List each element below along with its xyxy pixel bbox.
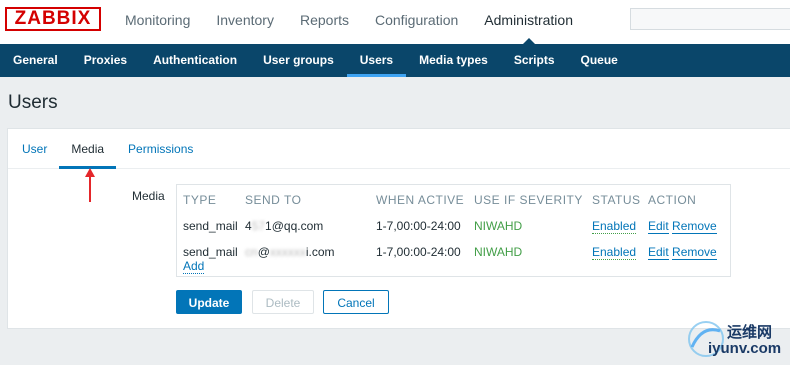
column-header-action: ACTION — [648, 193, 697, 207]
status-enabled-link[interactable]: Enabled — [592, 219, 637, 234]
menu-administration[interactable]: Administration — [471, 0, 586, 45]
remove-link[interactable]: Remove — [672, 219, 717, 234]
column-header-severity: USE IF SEVERITY — [474, 193, 583, 207]
media-table: TYPE SEND TO WHEN ACTIVE USE IF SEVERITY… — [183, 191, 723, 265]
add-media-link[interactable]: Add — [183, 259, 205, 274]
submenu-proxies[interactable]: Proxies — [71, 44, 140, 77]
media-when-active: 1-7,00:00-24:00 — [376, 245, 461, 259]
redacted-text: xxxxxx — [269, 245, 306, 259]
submenu-authentication[interactable]: Authentication — [140, 44, 250, 77]
menu-inventory[interactable]: Inventory — [203, 0, 287, 44]
column-header-when-active: WHEN ACTIVE — [376, 193, 465, 207]
redacted-text: cn — [245, 245, 258, 259]
status-enabled-link[interactable]: Enabled — [592, 245, 637, 260]
media-send-to: cn@xxxxxxi.com — [245, 239, 376, 265]
column-header-type: TYPE — [183, 193, 217, 207]
user-form-panel: User Media Permissions Media TYPE SEND T… — [7, 128, 790, 329]
page-title: Users — [8, 92, 58, 113]
edit-link[interactable]: Edit — [648, 219, 669, 234]
delete-button[interactable]: Delete — [252, 290, 314, 314]
menu-configuration[interactable]: Configuration — [362, 0, 471, 44]
media-when-active: 1-7,00:00-24:00 — [376, 219, 461, 233]
remove-link[interactable]: Remove — [672, 245, 717, 260]
media-actions: Edit Remove — [648, 239, 723, 265]
media-severity: NIWAHD — [474, 219, 523, 233]
search-input[interactable] — [630, 8, 790, 30]
media-type: send_mail — [183, 219, 238, 233]
table-row: send_mail cn@xxxxxxi.com 1-7,00:00-24:00… — [183, 239, 723, 265]
zabbix-logo[interactable]: ZABBIX — [5, 7, 101, 31]
menu-monitoring[interactable]: Monitoring — [112, 0, 203, 44]
form-tabs: User Media Permissions — [8, 129, 790, 169]
submenu-user-groups[interactable]: User groups — [250, 44, 347, 77]
menu-reports[interactable]: Reports — [287, 0, 362, 44]
submenu-users[interactable]: Users — [346, 44, 407, 77]
media-list: TYPE SEND TO WHEN ACTIVE USE IF SEVERITY… — [176, 184, 731, 277]
edit-link[interactable]: Edit — [648, 245, 669, 260]
update-button[interactable]: Update — [176, 290, 242, 314]
media-severity: NIWAHD — [474, 245, 523, 259]
table-row: send_mail 4571@qq.com 1-7,00:00-24:00 NI… — [183, 213, 723, 239]
watermark-text-en: iyunv.com — [708, 340, 782, 357]
annotation-arrow-icon — [85, 168, 95, 202]
top-header: ZABBIX Monitoring Inventory Reports Conf… — [0, 0, 790, 45]
media-status: Enabled — [592, 213, 648, 239]
tab-user[interactable]: User — [10, 129, 59, 168]
send-to-prefix: 4 — [245, 219, 252, 233]
send-to-suffix: 1@qq.com — [265, 219, 324, 233]
send-to-tail: i.com — [305, 245, 335, 259]
tab-permissions[interactable]: Permissions — [116, 129, 205, 168]
submenu-scripts[interactable]: Scripts — [501, 44, 568, 77]
cancel-button[interactable]: Cancel — [323, 290, 389, 314]
tab-media[interactable]: Media — [59, 129, 116, 169]
send-to-at: @ — [257, 245, 270, 259]
main-menu: Monitoring Inventory Reports Configurati… — [112, 0, 586, 45]
submenu-queue[interactable]: Queue — [568, 44, 631, 77]
column-header-status: STATUS — [592, 193, 641, 207]
media-label: Media — [132, 189, 165, 203]
submenu-media-types[interactable]: Media types — [406, 44, 501, 77]
media-send-to: 4571@qq.com — [245, 213, 376, 239]
submenu-general[interactable]: General — [0, 44, 71, 77]
watermark-text-cn: 运维网 — [727, 324, 773, 341]
table-header-row: TYPE SEND TO WHEN ACTIVE USE IF SEVERITY… — [183, 191, 723, 213]
column-header-send-to: SEND TO — [245, 193, 302, 207]
media-status: Enabled — [592, 239, 648, 265]
media-actions: Edit Remove — [648, 213, 723, 239]
redacted-text: 57 — [251, 219, 266, 233]
sub-navigation: General Proxies Authentication User grou… — [0, 44, 790, 77]
